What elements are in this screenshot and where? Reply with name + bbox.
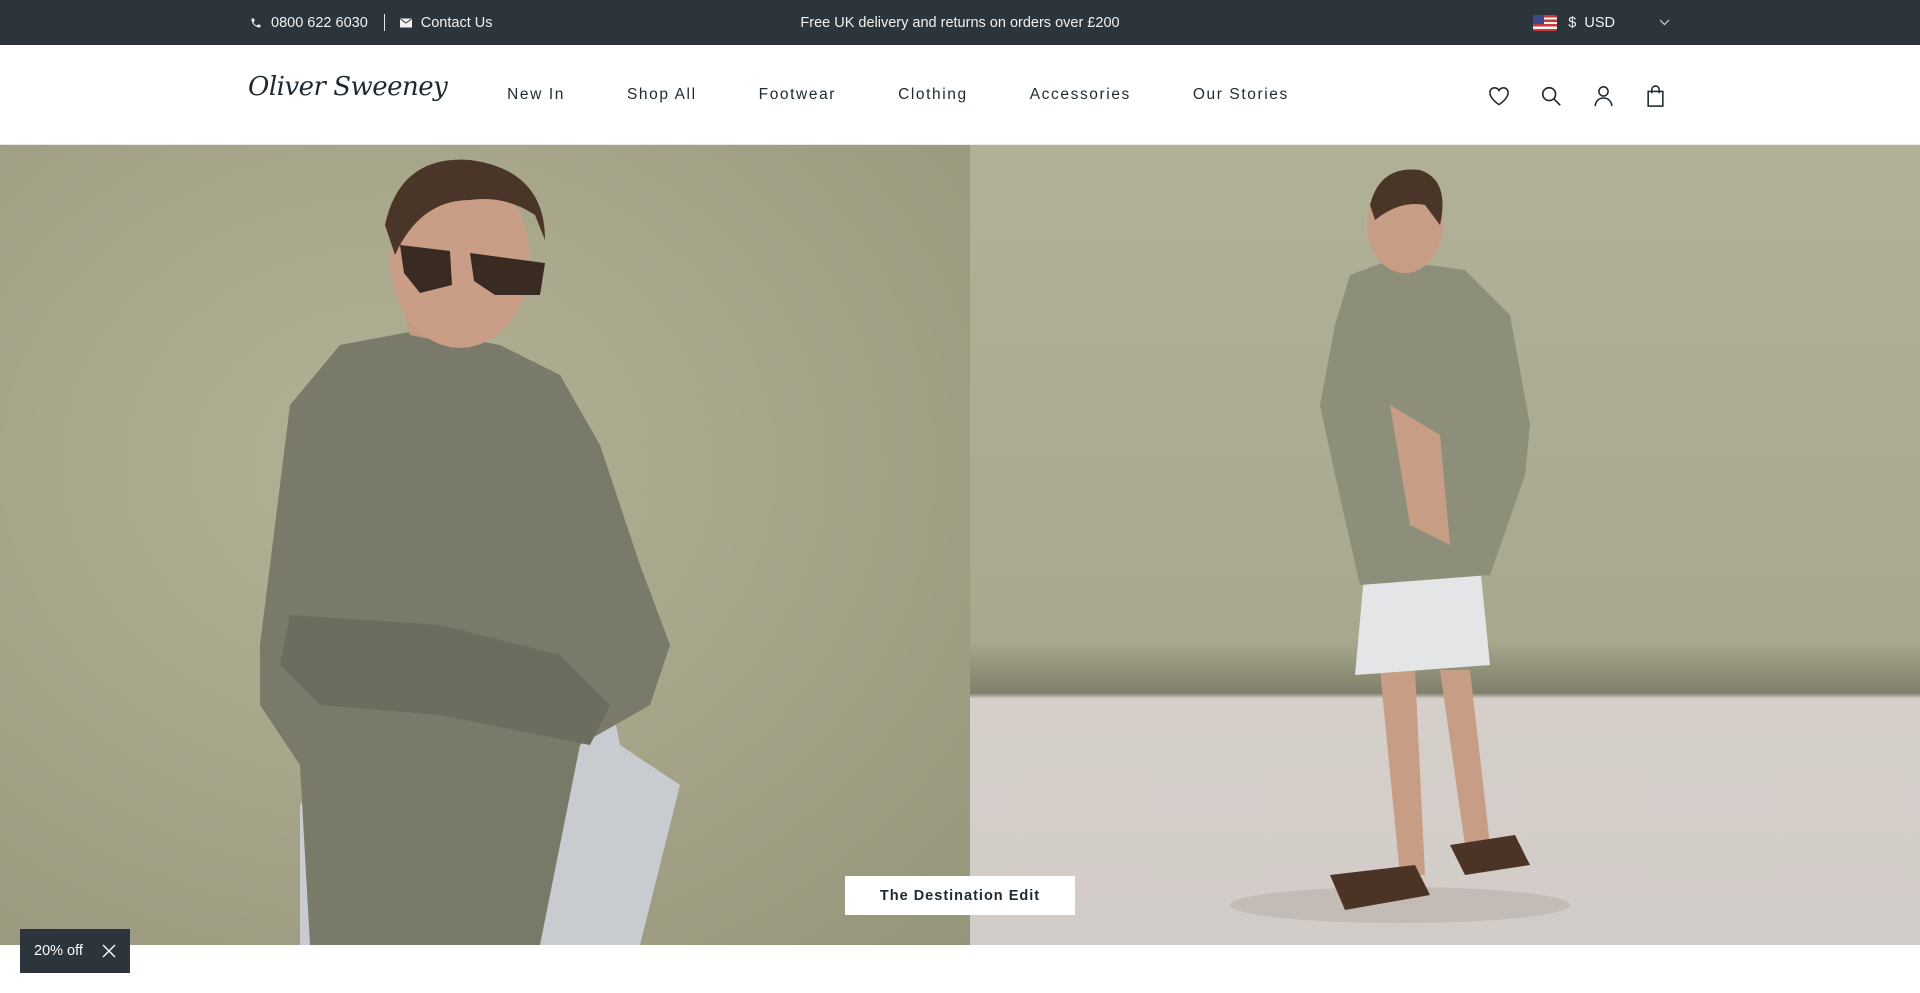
hero-image-left[interactable] [0, 145, 970, 945]
nav-clothing[interactable]: Clothing [898, 86, 968, 104]
wishlist-heart-icon[interactable] [1484, 81, 1514, 111]
brand-logo[interactable]: Oliver Sweeney [248, 72, 448, 102]
model-back-image [1230, 169, 1570, 923]
top-bar: 0800 622 6030 Contact Us Free UK deliver… [0, 0, 1920, 45]
nav-accessories[interactable]: Accessories [1030, 86, 1131, 104]
currency-symbol: $ [1568, 14, 1577, 31]
header-icons [1462, 81, 1670, 111]
bag-icon[interactable] [1640, 81, 1670, 111]
currency-code: USD [1584, 14, 1615, 31]
contact-link[interactable]: Contact Us [399, 14, 493, 31]
us-flag-icon [1533, 14, 1558, 31]
discount-label: 20% off [34, 943, 83, 959]
hero-banner: The Destination Edit [0, 145, 1920, 945]
site-header: Oliver Sweeney New In Shop All Footwear … [0, 45, 1920, 145]
hero-cta-button[interactable]: The Destination Edit [845, 876, 1075, 915]
chevron-down-icon [1659, 19, 1670, 26]
contact-label: Contact Us [420, 14, 493, 31]
divider [383, 14, 385, 31]
account-icon[interactable] [1588, 81, 1618, 111]
mail-icon [399, 18, 412, 27]
search-icon[interactable] [1536, 81, 1566, 111]
discount-tab[interactable]: 20% off [20, 929, 130, 973]
close-icon[interactable] [102, 944, 116, 958]
nav-our-stories[interactable]: Our Stories [1193, 86, 1289, 104]
hero-image-right[interactable] [970, 145, 1920, 945]
nav-shop-all[interactable]: Shop All [627, 86, 697, 104]
phone-link[interactable]: 0800 622 6030 [250, 15, 368, 31]
nav-footwear[interactable]: Footwear [759, 86, 836, 104]
promo-text: Free UK delivery and returns on orders o… [800, 14, 1120, 31]
model-front-image [260, 159, 680, 945]
top-bar-contact-group: 0800 622 6030 Contact Us [250, 0, 493, 45]
phone-icon [251, 18, 261, 27]
currency-selector[interactable]: $ USD [1533, 0, 1670, 45]
phone-number: 0800 622 6030 [271, 14, 368, 31]
nav-new-in[interactable]: New In [507, 86, 565, 104]
